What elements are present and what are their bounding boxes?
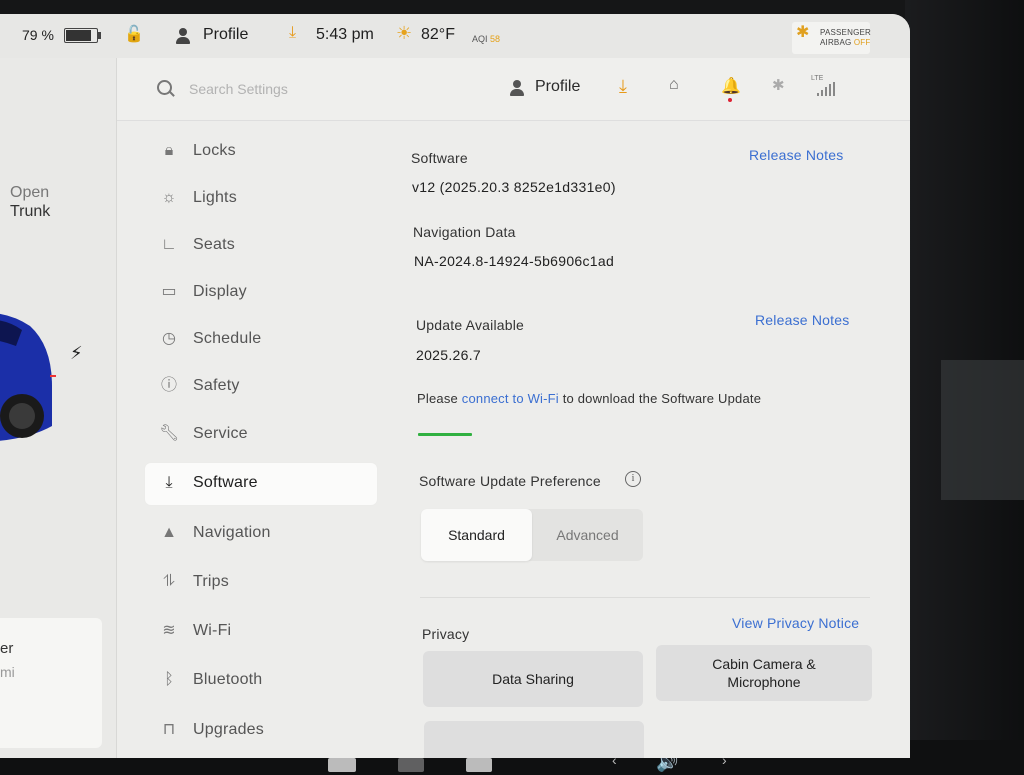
bag-icon: ⊓ [162,721,176,738]
download-icon[interactable]: ⤓ [289,24,296,42]
info-icon[interactable]: i [625,471,641,487]
clock-time: 5:43 pm [316,26,374,43]
header-profile-label[interactable]: Profile [535,78,580,96]
menu-item-lights[interactable]: ☼ Lights [145,178,377,220]
preference-advanced[interactable]: Advanced [532,509,643,561]
section-divider [420,597,870,598]
update-version: 2025.26.7 [416,347,481,363]
update-release-notes-link[interactable]: Release Notes [755,312,849,328]
wifi-message: Please connect to Wi-Fi to download the … [417,391,762,406]
garage-icon[interactable]: ⌂ [669,76,679,94]
trunk-control[interactable]: Open Trunk [10,183,50,221]
search-input[interactable] [187,76,431,102]
taskbar-app-icon[interactable] [398,758,424,772]
sun-icon: ☼ [161,189,177,206]
wifi-icon: ≋ [162,622,176,639]
taskbar-app-icon[interactable] [466,758,492,772]
software-panel: Software Release Notes v12 (2025.20.3 82… [390,121,890,758]
passenger-airbag-indicator: ✱ PASSENGER AIRBAG OFF [792,22,871,54]
vehicle-image [0,313,56,441]
charging-bolt-icon[interactable]: ⚡ [70,343,83,364]
notification-dot [728,98,732,102]
clock-icon: ◷ [162,330,176,347]
menu-item-service[interactable]: 🔧︎ Service [145,414,377,456]
battery-icon [64,28,101,43]
menu-item-upgrades[interactable]: ⊓ Upgrades [145,710,377,752]
unlock-icon[interactable]: 🔓 [124,24,144,44]
view-privacy-notice-link[interactable]: View Privacy Notice [732,615,859,631]
wrench-icon: 🔧︎ [159,425,180,442]
menu-item-wifi[interactable]: ≋ Wi-Fi [145,611,377,653]
menu-item-schedule[interactable]: ◷ Schedule [145,319,377,361]
screen-bezel [905,0,1024,775]
menu-item-display[interactable]: ▭ Display [145,272,377,314]
bluetooth-icon: ᛒ [164,671,174,688]
data-sharing-button[interactable]: Data Sharing [423,651,643,707]
software-title: Software [411,150,468,166]
taskbar-app-icon[interactable] [328,758,356,772]
signal-icon [817,82,837,96]
preference-standard[interactable]: Standard [421,509,532,561]
download-icon[interactable]: ⤓ [619,76,627,97]
menu-item-safety[interactable]: ⓘ Safety [145,366,377,408]
alert-icon: ⓘ [160,377,177,394]
menu-item-software[interactable]: ⤓ Software [145,463,377,505]
menu-item-navigation[interactable]: ▲ Navigation [145,513,377,555]
menu-item-bluetooth[interactable]: ᛒ Bluetooth [145,660,377,702]
menu-item-seats[interactable]: ∟ Seats [145,225,377,267]
navigation-data-title: Navigation Data [413,224,516,240]
lte-label: LTE [811,75,824,82]
update-available-title: Update Available [416,317,525,333]
lock-icon: 🔒︎ [164,142,174,159]
search-icon[interactable] [157,80,172,95]
connect-wifi-link[interactable]: connect to Wi-Fi [462,391,559,406]
download-icon: ⤓ [165,474,173,491]
cabin-camera-button[interactable]: Cabin Camera & Microphone [656,645,872,701]
navigation-data-version: NA-2024.8-14924-5b6906c1ad [414,253,615,269]
vehicle-info-card[interactable]: er mi [0,618,102,748]
seat-icon: ∟ [161,236,177,253]
status-profile-label[interactable]: Profile [203,26,248,44]
trips-icon: ⥮ [163,573,175,590]
update-preference-title: Software Update Preference [419,473,601,489]
sun-icon: ☀ [396,23,413,43]
release-notes-link[interactable]: Release Notes [749,147,843,163]
menu-item-locks[interactable]: 🔒︎ Locks [145,131,377,173]
temperature: 82°F [421,26,455,43]
privacy-title: Privacy [422,626,470,642]
privacy-option-button[interactable] [424,721,644,758]
aqi-badge: AQI 58 [472,34,501,44]
bell-icon[interactable]: 🔔 [721,76,741,96]
bluetooth-icon[interactable]: ✱ [772,76,785,94]
touchscreen: 79 % 🔓 Profile ⤓ 5:43 pm ☀ 82°F AQI 58 ✱… [0,14,910,758]
software-version: v12 (2025.20.3 8252e1d331e0) [412,179,616,195]
status-bar: 79 % 🔓 Profile ⤓ 5:43 pm ☀ 82°F AQI 58 ✱… [0,14,910,58]
update-preference-toggle: Standard Advanced [421,509,643,561]
person-icon[interactable] [176,28,190,44]
battery-percent: 79 % [22,27,54,43]
vehicle-pane: Open Trunk ⚡ er mi [0,58,117,758]
download-progress-bar [418,433,472,436]
display-icon: ▭ [161,283,177,300]
airbag-icon: ✱ [796,24,810,41]
menu-item-trips[interactable]: ⥮ Trips [145,562,377,604]
settings-header: Profile ⤓ ⌂ 🔔 ✱ LTE [117,58,910,121]
navigation-icon: ▲ [161,524,177,541]
profile-icon[interactable] [510,80,524,96]
settings-menu: 🔒︎ Locks ☼ Lights ∟ Seats ▭ Display ◷ Sc… [117,121,389,758]
